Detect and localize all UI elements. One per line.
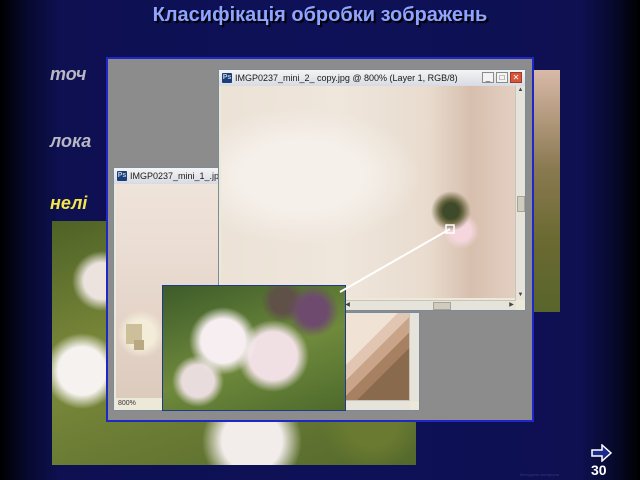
scroll-thumb[interactable] (517, 196, 525, 212)
zoom-level[interactable]: 800% (118, 400, 136, 407)
slide-title: Класифікація обробки зображень (152, 4, 488, 26)
maximize-button[interactable]: □ (496, 72, 508, 83)
bullet-local: лока (44, 131, 91, 152)
photo-strip (534, 70, 560, 312)
horizontal-scrollbar[interactable] (343, 400, 410, 410)
vertical-scrollbar[interactable]: ▲ ▼ (515, 86, 525, 300)
photoshop-icon: Ps (222, 73, 232, 83)
page-number: 30 (591, 462, 607, 478)
bullet-text: лока (50, 131, 92, 151)
bullet-nonlinear: нелі (44, 193, 87, 214)
vertical-scrollbar[interactable] (409, 313, 419, 401)
footer-text: Методичні матеріали (520, 472, 560, 477)
main-window-title: IMGP0237_mini_2_ copy.jpg @ 800% (Layer … (235, 73, 458, 83)
close-button[interactable]: ✕ (510, 72, 522, 83)
minimize-button[interactable]: _ (482, 72, 494, 83)
photoshop-icon: Ps (117, 171, 127, 181)
small-window-title: IMGP0237_mini_1_.jpg (130, 171, 220, 181)
original-photo-inset (162, 285, 346, 411)
bullet-text: нелі (50, 193, 88, 213)
scroll-up-icon[interactable]: ▲ (516, 86, 525, 95)
pixel-block (134, 340, 144, 350)
main-image-window[interactable]: Ps IMGP0237_mini_2_ copy.jpg @ 800% (Lay… (218, 69, 526, 311)
zoomed-pixel-window[interactable] (342, 312, 420, 411)
main-window-titlebar[interactable]: Ps IMGP0237_mini_2_ copy.jpg @ 800% (Lay… (219, 70, 525, 86)
bullet-point: точ (44, 64, 86, 85)
scroll-right-icon[interactable]: ▶ (507, 301, 516, 310)
scroll-thumb[interactable] (433, 302, 451, 310)
small-window-titlebar[interactable]: Ps IMGP0237_mini_1_.jpg (114, 168, 220, 184)
bullet-text: точ (50, 64, 87, 84)
zoomed-canvas[interactable] (343, 313, 411, 401)
slide: Класифікація обробки зображень точ лока … (0, 0, 640, 480)
next-slide-arrow-icon[interactable] (590, 444, 612, 462)
scroll-down-icon[interactable]: ▼ (516, 291, 525, 300)
main-window-canvas[interactable] (221, 86, 515, 298)
horizontal-scrollbar[interactable]: ◀ ▶ (343, 300, 516, 310)
